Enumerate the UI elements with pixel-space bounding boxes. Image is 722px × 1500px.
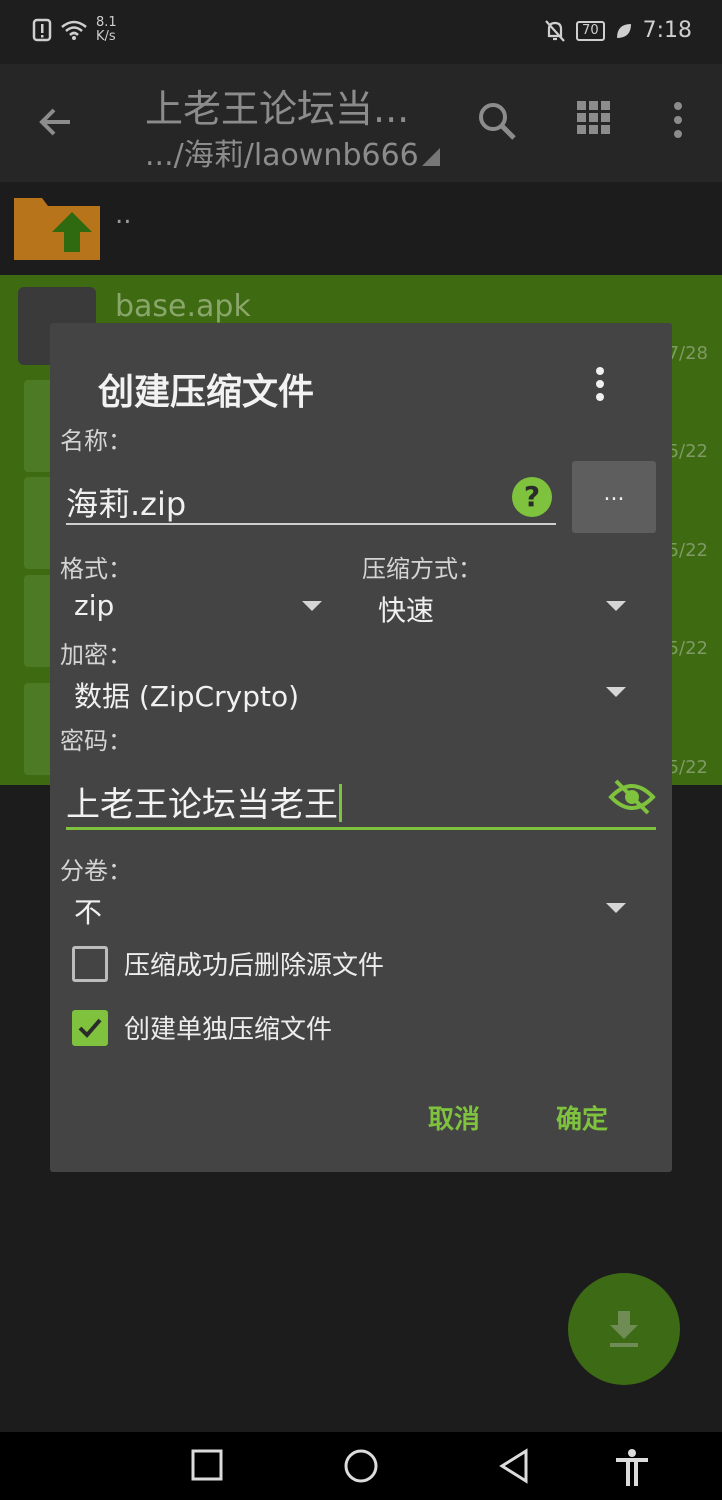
- ok-button[interactable]: 确定: [556, 1099, 608, 1136]
- app-title: 上老王论坛当...: [145, 87, 410, 131]
- file-date: 5/22: [667, 441, 708, 462]
- delete-source-label: 压缩成功后删除源文件: [124, 951, 385, 981]
- dialog-more-icon[interactable]: [592, 365, 608, 405]
- format-dropdown-icon[interactable]: [302, 601, 322, 611]
- leaf-icon: [616, 23, 631, 38]
- parent-folder-label: ..: [115, 200, 132, 230]
- create-archive-dialog: 创建压缩文件 名称： 海莉.zip ? ... 格式： zip 压缩方式： 快速…: [50, 323, 672, 1172]
- separate-archive-checkbox[interactable]: [72, 1009, 108, 1046]
- speed-value: 8.1: [96, 15, 117, 30]
- browse-button[interactable]: ...: [572, 461, 656, 533]
- dialog-title: 创建压缩文件: [98, 372, 315, 413]
- encrypt-dropdown-icon[interactable]: [606, 687, 626, 697]
- help-icon[interactable]: ?: [512, 477, 552, 517]
- status-left: 8.1 K/s: [32, 16, 117, 44]
- status-bar: 8.1 K/s 70 7:18: [0, 0, 722, 64]
- wifi-icon: [61, 20, 87, 40]
- password-label: 密码：: [60, 727, 132, 755]
- delete-source-checkbox[interactable]: [72, 945, 108, 982]
- clock: 7:18: [642, 18, 692, 43]
- file-date: 5/22: [667, 540, 708, 561]
- bell-off-icon: [545, 19, 565, 42]
- app-bar: 上老王论坛当... .../海莉/laownb666: [0, 64, 722, 182]
- volume-dropdown-icon[interactable]: [606, 903, 626, 913]
- network-speed: 8.1 K/s: [96, 16, 117, 44]
- separate-archive-label: 创建单独压缩文件: [124, 1015, 333, 1045]
- separate-archive-option[interactable]: 创建单独压缩文件: [72, 1009, 332, 1046]
- volume-label: 分卷：: [60, 857, 132, 885]
- visibility-off-icon[interactable]: [608, 777, 656, 817]
- method-select[interactable]: 快速: [378, 589, 434, 629]
- password-value: 上老王论坛当老王: [66, 785, 338, 825]
- apk-file-name[interactable]: base.apk: [115, 289, 251, 324]
- download-fab[interactable]: [568, 1273, 680, 1385]
- recents-icon[interactable]: [190, 1448, 224, 1482]
- download-icon: [610, 1311, 638, 1347]
- file-date: 5/22: [667, 638, 708, 659]
- system-nav-bar: [0, 1432, 722, 1500]
- more-vert-icon[interactable]: [670, 100, 686, 140]
- format-select[interactable]: zip: [74, 589, 114, 622]
- file-date: 7/28: [667, 343, 708, 364]
- text-caret: [339, 784, 342, 822]
- name-underline: [66, 523, 556, 525]
- folder-up-icon: [14, 198, 100, 260]
- back-arrow-icon[interactable]: [36, 102, 76, 142]
- back-nav-icon[interactable]: [498, 1448, 530, 1484]
- alert-icon: [32, 18, 52, 42]
- password-field[interactable]: 上老王论坛当老王: [66, 771, 656, 831]
- cancel-button[interactable]: 取消: [428, 1099, 480, 1136]
- archive-name-input[interactable]: 海莉.zip: [66, 479, 186, 525]
- password-input[interactable]: 上老王论坛当老王: [66, 777, 342, 826]
- speed-unit: K/s: [96, 29, 116, 44]
- format-label: 格式：: [60, 555, 132, 583]
- file-date: 5/22: [667, 757, 708, 778]
- battery-indicator: 70: [576, 20, 605, 41]
- encrypt-select[interactable]: 数据 (ZipCrypto): [74, 675, 299, 715]
- status-right: 70 7:18: [544, 18, 692, 43]
- parent-folder-row[interactable]: ..: [0, 182, 722, 274]
- method-label: 压缩方式：: [362, 555, 482, 583]
- home-icon[interactable]: [343, 1448, 379, 1484]
- delete-source-option[interactable]: 压缩成功后删除源文件: [72, 945, 384, 982]
- path-dropdown-icon[interactable]: [422, 148, 440, 166]
- accessibility-icon[interactable]: [612, 1448, 652, 1488]
- method-dropdown-icon[interactable]: [606, 601, 626, 611]
- volume-select[interactable]: 不: [74, 891, 102, 931]
- check-icon: [78, 1018, 102, 1038]
- path-breadcrumb[interactable]: .../海莉/laownb666: [145, 130, 419, 174]
- grid-view-icon[interactable]: [576, 100, 612, 136]
- search-icon[interactable]: [476, 100, 518, 142]
- encrypt-label: 加密：: [60, 641, 132, 669]
- password-underline: [66, 827, 656, 830]
- name-label: 名称：: [60, 427, 132, 455]
